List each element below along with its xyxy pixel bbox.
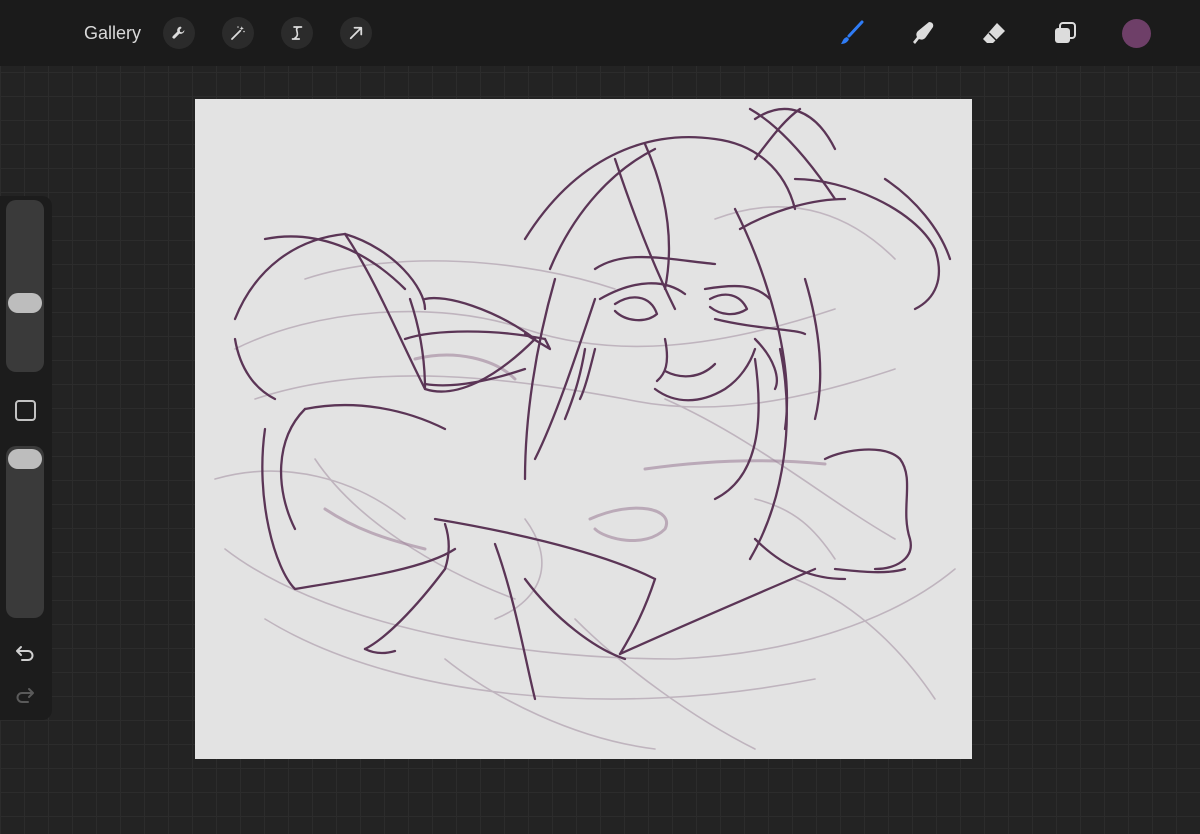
brush-size-slider[interactable] [6,200,44,372]
lineart-layer [233,107,952,701]
sketch-artwork [214,107,956,750]
arrow-cursor-icon [349,26,363,40]
magic-wand-icon [231,26,245,40]
left-sidebar [0,196,52,720]
brush-tool-button[interactable] [836,17,868,49]
brush-size-thumb[interactable] [8,293,42,313]
wrench-icon [172,26,185,39]
eraser-tool-button[interactable] [978,17,1010,49]
actions-button[interactable] [163,17,195,49]
smudge-finger-icon [913,22,934,44]
layers-icon [1055,22,1076,43]
brush-icon [841,20,864,44]
transform-button[interactable] [340,17,372,49]
color-swatch-button[interactable] [1122,19,1151,48]
redo-arrow-icon[interactable] [14,684,36,706]
gallery-button[interactable]: Gallery [84,22,141,44]
top-toolbar: Gallery [0,0,1200,66]
selection-s-icon [291,26,303,40]
layers-button[interactable] [1049,17,1081,49]
selection-button[interactable] [281,17,313,49]
opacity-slider[interactable] [6,446,44,618]
drawing-canvas[interactable] [195,99,972,759]
undo-arrow-icon[interactable] [14,642,36,664]
eraser-icon [983,23,1005,43]
modify-button[interactable] [15,400,36,421]
adjustments-button[interactable] [222,17,254,49]
underdrawing-layer [214,206,956,750]
opacity-thumb[interactable] [8,449,42,469]
smudge-tool-button[interactable] [907,17,939,49]
midtone-layer [323,353,827,551]
